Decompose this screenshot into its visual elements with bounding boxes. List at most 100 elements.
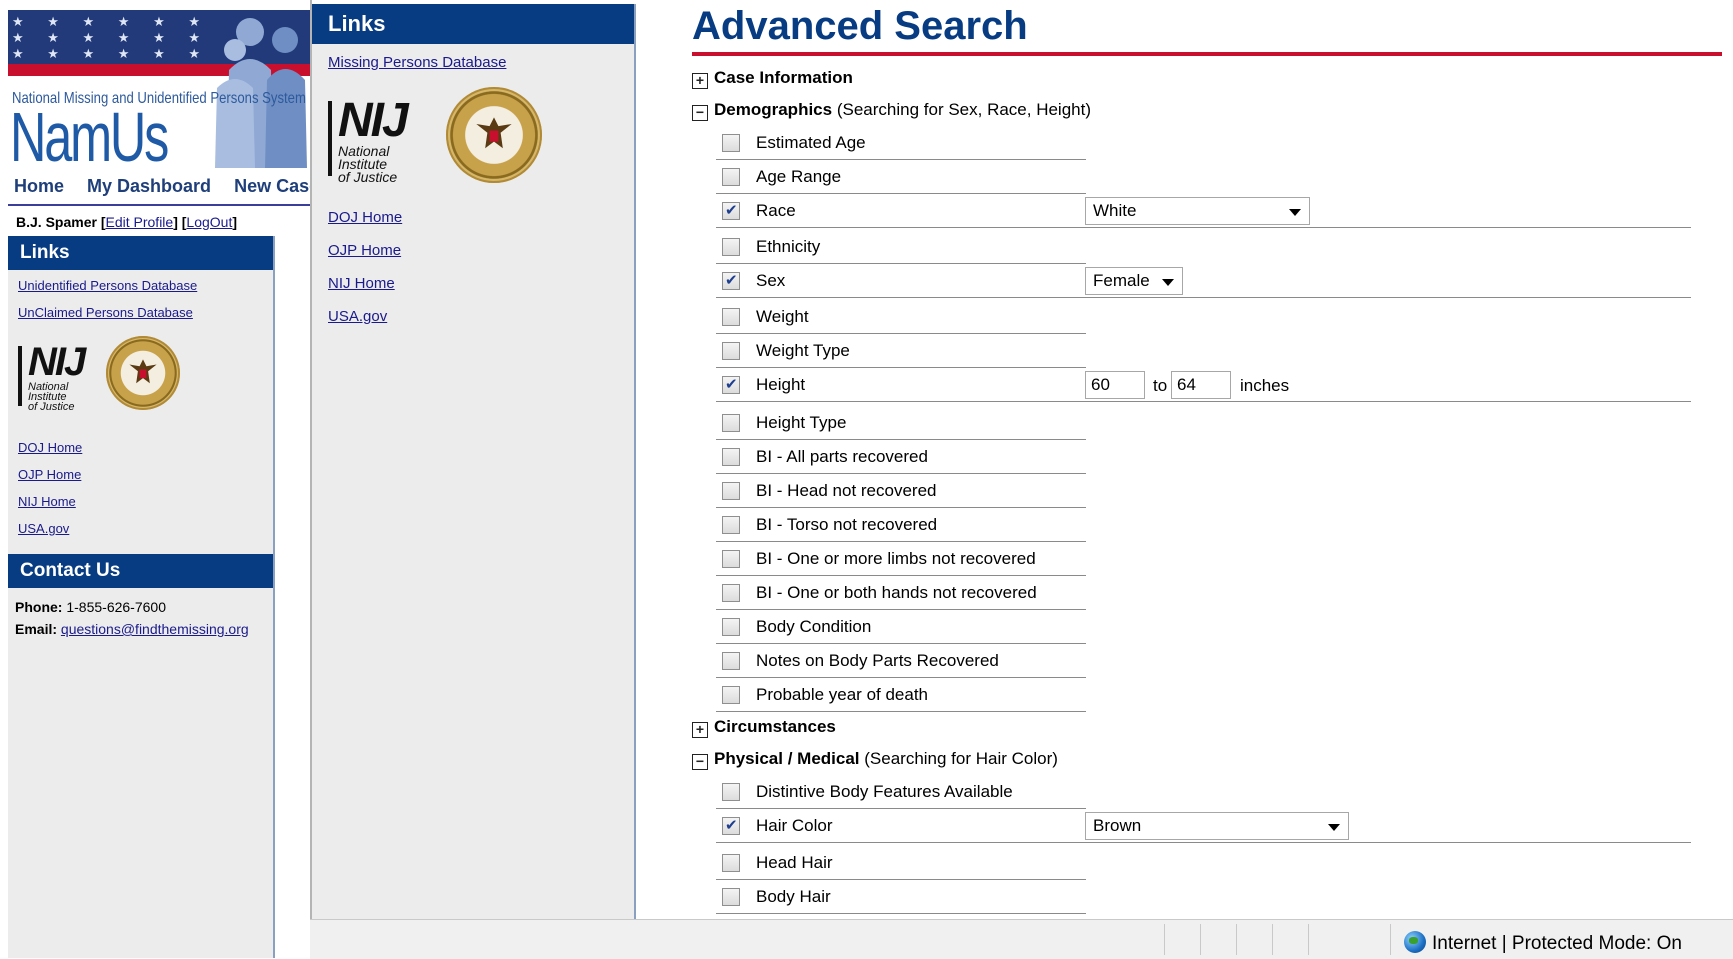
- race-checkbox[interactable]: [722, 201, 740, 220]
- estimated-age-checkbox[interactable]: [722, 134, 740, 152]
- background-window: ★ ★ ★ ★ ★ ★ ★ ★ ★ ★ ★ ★ ★ ★ ★ ★ ★ ★ ★ ★ …: [0, 0, 319, 958]
- security-zone-text: Internet | Protected Mode: On: [1432, 933, 1682, 954]
- bi-limbs-checkbox[interactable]: [722, 550, 740, 568]
- height-type-checkbox[interactable]: [722, 414, 740, 432]
- user-name: B.J. Spamer: [16, 214, 97, 230]
- row-body-condition: Body Condition: [716, 610, 1086, 644]
- distinctive-features-checkbox[interactable]: [722, 783, 740, 801]
- nav-new-case[interactable]: New Case: [234, 176, 319, 196]
- nav-my-dashboard[interactable]: My Dashboard: [87, 176, 211, 196]
- bi-torso-checkbox[interactable]: [722, 516, 740, 534]
- section-note: (Searching for Sex, Race, Height): [836, 100, 1091, 119]
- row-ethnicity: Ethnicity: [716, 230, 1086, 264]
- height-to-label: to: [1153, 376, 1168, 395]
- row-estimated-age: Estimated Age: [716, 126, 1086, 160]
- sex-checkbox[interactable]: [722, 271, 740, 290]
- row-race: Race White: [716, 194, 1691, 228]
- row-bi-all-parts: BI - All parts recovered: [716, 440, 1086, 474]
- row-bi-torso: BI - Torso not recovered: [716, 508, 1086, 542]
- age-range-checkbox[interactable]: [722, 168, 740, 186]
- front-sidebar: Links Missing Persons Database NIJ Natio…: [312, 4, 636, 919]
- row-sex: Sex Female: [716, 264, 1691, 298]
- row-body-hair: Body Hair: [716, 880, 1086, 914]
- nij-home-link[interactable]: NIJ Home: [18, 494, 76, 509]
- front-db-links: Missing Persons Database: [312, 44, 634, 71]
- hair-color-checkbox[interactable]: [722, 816, 740, 835]
- doj-home-link[interactable]: DOJ Home: [328, 209, 402, 226]
- missing-persons-link[interactable]: Missing Persons Database: [328, 54, 506, 71]
- row-bi-hands: BI - One or both hands not recovered: [716, 576, 1086, 610]
- namus-banner: ★ ★ ★ ★ ★ ★ ★ ★ ★ ★ ★ ★ ★ ★ ★ ★ ★ ★ ★ ★ …: [8, 10, 310, 168]
- row-probable-year-of-death: Probable year of death: [716, 678, 1086, 712]
- unidentified-persons-link[interactable]: Unidentified Persons Database: [18, 278, 197, 293]
- row-age-range: Age Range: [716, 160, 1086, 194]
- ojp-home-link[interactable]: OJP Home: [328, 242, 401, 259]
- row-bi-limbs: BI - One or more limbs not recovered: [716, 542, 1086, 576]
- collapse-icon[interactable]: −: [692, 105, 708, 121]
- usa-gov-link[interactable]: USA.gov: [328, 308, 387, 325]
- bi-hands-checkbox[interactable]: [722, 584, 740, 602]
- head-hair-checkbox[interactable]: [722, 854, 740, 872]
- back-links-list: Unidentified Persons Database UnClaimed …: [8, 270, 273, 336]
- links-header: Links: [8, 236, 273, 270]
- bi-head-checkbox[interactable]: [722, 482, 740, 500]
- chevron-down-icon: [1289, 209, 1301, 216]
- nij-logo[interactable]: NIJ National Institute of Justice: [18, 342, 86, 413]
- section-note: (Searching for Hair Color): [864, 749, 1058, 768]
- section-demographics[interactable]: − Demographics (Searching for Sex, Race, …: [692, 97, 1091, 123]
- doj-home-link[interactable]: DOJ Home: [18, 440, 82, 455]
- back-gov-links: DOJ Home OJP Home NIJ Home USA.gov: [8, 432, 273, 552]
- row-notes-body-parts: Notes on Body Parts Recovered: [716, 644, 1086, 678]
- bi-all-parts-checkbox[interactable]: [722, 448, 740, 466]
- section-circumstances[interactable]: + Circumstances: [692, 714, 836, 740]
- back-logos: NIJ National Institute of Justice: [8, 336, 273, 432]
- body-condition-checkbox[interactable]: [722, 618, 740, 636]
- unclaimed-persons-link[interactable]: UnClaimed Persons Database: [18, 305, 193, 320]
- ojp-home-link[interactable]: OJP Home: [18, 467, 81, 482]
- advanced-search-panel: Advanced Search + Case Information − Demog…: [682, 0, 1727, 918]
- sex-select[interactable]: Female: [1085, 267, 1183, 295]
- front-gov-links: DOJ Home OJP Home NIJ Home USA.gov: [312, 199, 634, 351]
- collapse-icon[interactable]: −: [692, 754, 708, 770]
- user-line: B.J. Spamer [Edit Profile] [LogOut]: [16, 214, 238, 230]
- doj-seal[interactable]: [446, 87, 542, 183]
- race-select[interactable]: White: [1085, 197, 1310, 225]
- namus-logo[interactable]: NamUs: [10, 102, 169, 168]
- notes-body-parts-checkbox[interactable]: [722, 652, 740, 670]
- page-title: Advanced Search: [692, 4, 1028, 48]
- hair-color-select[interactable]: Brown: [1085, 812, 1349, 840]
- row-hair-color: Hair Color Brown: [716, 809, 1691, 843]
- security-zone[interactable]: Internet | Protected Mode: On: [1404, 927, 1682, 955]
- nav-home[interactable]: Home: [14, 176, 64, 196]
- probable-year-of-death-checkbox[interactable]: [722, 686, 740, 704]
- section-case-information[interactable]: + Case Information: [692, 65, 853, 91]
- expand-icon[interactable]: +: [692, 73, 708, 89]
- chevron-down-icon: [1328, 824, 1340, 831]
- globe-icon: [1404, 931, 1426, 953]
- contact-info: Phone: 1-855-626-7600 Email: questions@f…: [15, 599, 249, 637]
- height-to-input[interactable]: 64: [1171, 371, 1231, 399]
- height-from-input[interactable]: 60: [1085, 371, 1145, 399]
- doj-seal[interactable]: [106, 336, 180, 410]
- usa-gov-link[interactable]: USA.gov: [18, 521, 69, 536]
- email-link[interactable]: questions@findthemissing.org: [61, 621, 249, 637]
- weight-type-checkbox[interactable]: [722, 342, 740, 360]
- weight-checkbox[interactable]: [722, 308, 740, 326]
- row-bi-head: BI - Head not recovered: [716, 474, 1086, 508]
- nij-home-link[interactable]: NIJ Home: [328, 275, 395, 292]
- expand-icon[interactable]: +: [692, 722, 708, 738]
- edit-profile-link[interactable]: Edit Profile: [106, 214, 174, 230]
- foreground-window: Links Missing Persons Database NIJ Natio…: [310, 0, 1733, 958]
- height-checkbox[interactable]: [722, 375, 740, 394]
- body-hair-checkbox[interactable]: [722, 888, 740, 906]
- ethnicity-checkbox[interactable]: [722, 238, 740, 256]
- row-weight: Weight: [716, 300, 1086, 334]
- front-logos: NIJ National Institute of Justice: [312, 87, 634, 199]
- section-physical-medical[interactable]: − Physical / Medical (Searching for Hair …: [692, 746, 1058, 772]
- logout-link[interactable]: LogOut: [186, 214, 232, 230]
- eagle-icon: [129, 359, 157, 384]
- silhouettes-graphic: [215, 18, 307, 168]
- row-height: Height 60 to 64 inches: [716, 368, 1691, 402]
- nij-logo[interactable]: NIJ National Institute of Justice: [328, 97, 409, 184]
- browser-status-bar: Internet | Protected Mode: On: [310, 919, 1733, 959]
